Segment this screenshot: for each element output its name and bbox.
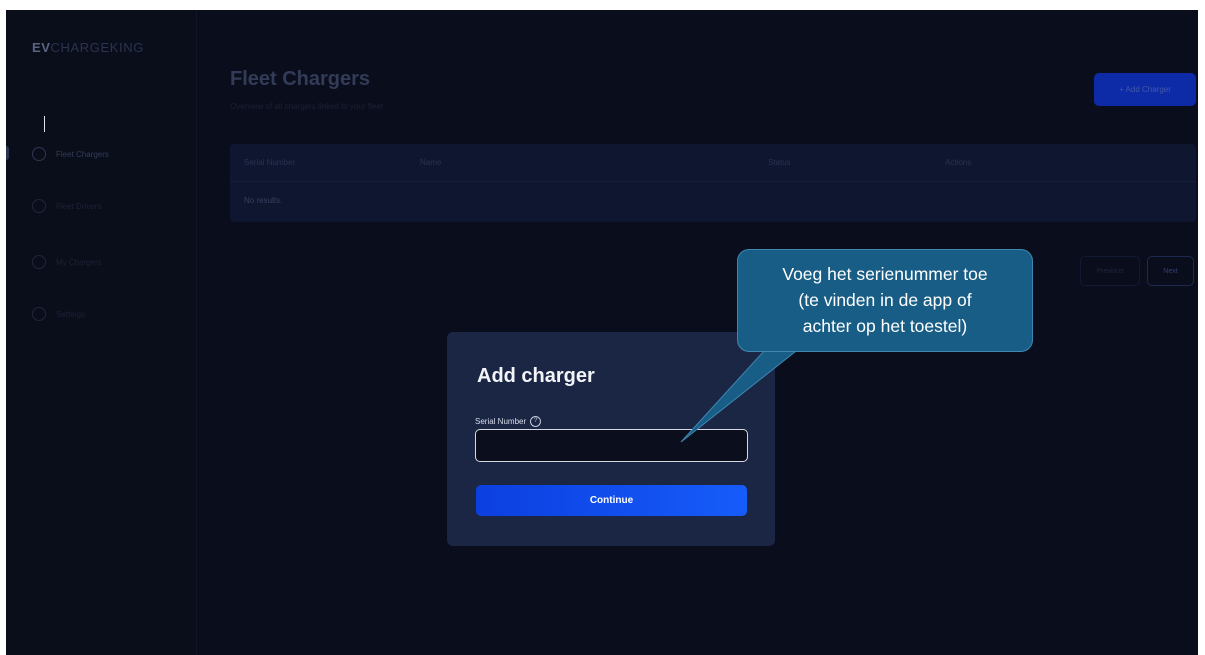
app-window: EVCHARGEKING Fleet Chargers Fleet Driver… xyxy=(6,10,1198,655)
callout-tooltip: Voeg het serienummer toe (te vinden in d… xyxy=(737,249,1033,352)
callout-line-3: achter op het toestel) xyxy=(802,316,968,336)
callout-line-1: Voeg het serienummer toe xyxy=(782,264,988,284)
callout-line-2: (te vinden in de app of xyxy=(798,290,972,310)
